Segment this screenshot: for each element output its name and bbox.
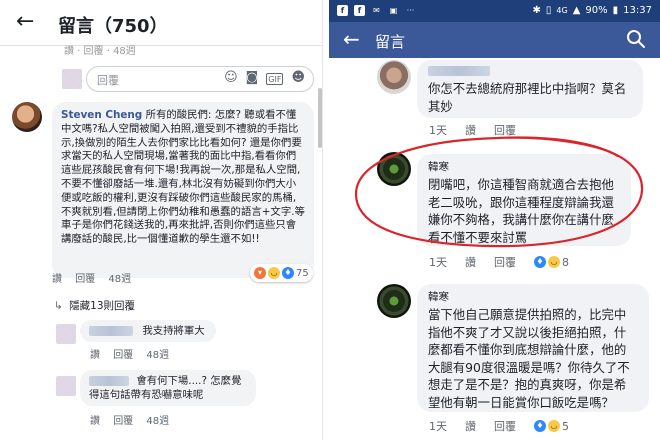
camera-icon[interactable]: ◙ bbox=[246, 70, 259, 85]
back-arrow-icon[interactable]: ← bbox=[16, 10, 34, 34]
right-screenshot-panel: f f ✉ ▣ ··· ✱ ▯ 4G ▲ 90% ▮ 13:37 ← 留言 你怎… bbox=[329, 0, 660, 440]
comment-author[interactable]: 韓寒 bbox=[428, 290, 638, 304]
reply-arrow-icon: ↳ bbox=[54, 300, 63, 312]
network-label: 4G bbox=[556, 6, 568, 15]
comment-bubble: Steven Cheng 所有的酸民們: 怎麼? 聽或看不懂中文嗎?私人空間被闖… bbox=[52, 102, 314, 278]
partial-comment-actions: 讚 · 回覆 · 48週 bbox=[64, 46, 136, 57]
battery-percent: 90% bbox=[585, 5, 608, 16]
haha-reaction-icon: ◡ bbox=[548, 420, 560, 432]
comment-text: 當下他自己願意提供拍照的，比完中指他不爽了才又說以後拒絕拍照，什麼都看不懂你到底… bbox=[428, 307, 630, 410]
avatar[interactable] bbox=[377, 284, 411, 318]
comment-actions: 讚 回覆 48週 bbox=[52, 270, 141, 285]
comment-bubble: 韓寒 當下他自己願意提供拍照的，比完中指他不爽了才又說以後拒絕拍照，什麼都看不懂… bbox=[417, 284, 649, 412]
comment-time: 48週 bbox=[146, 350, 170, 361]
reply-link[interactable]: 回覆 bbox=[113, 350, 133, 361]
status-bar: f f ✉ ▣ ··· ✱ ▯ 4G ▲ 90% ▮ 13:37 bbox=[329, 0, 660, 22]
comment-time: 1天 bbox=[429, 256, 447, 269]
like-link[interactable]: 讚 bbox=[465, 122, 476, 138]
comment-actions: 1天 讚 回覆 ♦ ◡ 8 bbox=[429, 254, 569, 270]
reply-tool-icons: ☺ ◙ GIF ☻ bbox=[224, 70, 305, 85]
blurred-name bbox=[428, 66, 490, 76]
like-reaction-icon: ♦ bbox=[534, 420, 546, 432]
facebook-icon: f bbox=[337, 5, 348, 16]
comment-time: 48週 bbox=[146, 416, 170, 427]
blurred-name bbox=[89, 376, 129, 386]
reaction-count: 5 bbox=[562, 419, 569, 433]
status-left-icons: f f ✉ ▣ ··· bbox=[337, 5, 416, 16]
battery-icon: ▮ bbox=[612, 5, 619, 16]
reaction-summary[interactable]: ▾ ◡ ♦ 75 bbox=[250, 264, 313, 282]
comment-bubble: 韓寒 閉嘴吧，你這種智商就適合去抱他老二吸吮，跟你這種程度辯論我還嫌你不夠格，我… bbox=[417, 154, 631, 246]
comment-time: 48週 bbox=[108, 274, 132, 285]
left-screenshot-panel: ← 留言（750） 讚 · 回覆 · 48週 回覆 ☺ ◙ GIF ☻ Stev… bbox=[0, 0, 322, 440]
comment-time: 1天 bbox=[429, 420, 447, 433]
status-right: ✱ ▯ 4G ▲ 90% ▮ 13:37 bbox=[533, 5, 652, 16]
reaction-count: 8 bbox=[562, 255, 569, 269]
comment-actions: 1天 讚 回覆 bbox=[429, 122, 516, 138]
bluetooth-icon: ✱ bbox=[532, 5, 541, 16]
search-icon[interactable] bbox=[626, 29, 646, 49]
comment-text: 閉嘴吧，你這種智商就適合去抱他老二吸吮，跟你這種程度辯論我還嫌你不夠格，我講什麼… bbox=[428, 177, 614, 245]
page-title: 留言 bbox=[375, 33, 406, 51]
avatar[interactable] bbox=[377, 60, 411, 94]
haha-reaction-icon: ◡ bbox=[548, 256, 560, 268]
hidden-replies-label: 隱藏13則回覆 bbox=[69, 300, 136, 312]
avatar bbox=[62, 69, 82, 89]
reply-link[interactable]: 回覆 bbox=[113, 416, 133, 427]
reply-actions: 讚 回覆 48週 bbox=[90, 412, 179, 427]
avatar[interactable] bbox=[12, 102, 42, 132]
page-title: 留言（750） bbox=[58, 16, 168, 37]
reply-bubble: 我支持將軍大 bbox=[80, 320, 216, 342]
more-dots-icon: ··· bbox=[406, 6, 415, 15]
comment-time: 1天 bbox=[429, 124, 447, 137]
like-link[interactable]: 讚 bbox=[90, 416, 100, 427]
reply-link[interactable]: 回覆 bbox=[494, 418, 516, 434]
like-link[interactable]: 讚 bbox=[465, 254, 476, 270]
avatar[interactable] bbox=[56, 376, 76, 396]
like-reaction-icon: ♦ bbox=[282, 267, 294, 279]
reaction-summary[interactable]: ♦ ◡ 5 bbox=[534, 420, 569, 433]
reply-bubble: 會有何下場....? 怎麼覺得這句話帶有恐嚇意味呢 bbox=[80, 370, 256, 406]
reaction-count: 75 bbox=[296, 267, 309, 279]
sticker-icon[interactable]: ☻ bbox=[291, 70, 305, 85]
comment-text: 所有的酸民們: 怎麼? 聽或看不懂中文嗎?私人空間被闖入拍照,還受到不禮貌的手指… bbox=[61, 109, 305, 246]
like-link[interactable]: 讚 bbox=[52, 274, 62, 285]
comment-text: 你怎不去總統府那裡比中指啊？莫名其妙 bbox=[428, 81, 627, 114]
reply-input-row: 回覆 ☺ ◙ GIF ☻ bbox=[0, 62, 322, 96]
image-icon: ▣ bbox=[389, 6, 398, 15]
like-link[interactable]: 讚 bbox=[465, 418, 476, 434]
avatar[interactable] bbox=[56, 324, 76, 344]
like-link[interactable]: 讚 bbox=[90, 350, 100, 361]
comment-actions: 1天 讚 回覆 ♦ ◡ 5 bbox=[429, 418, 569, 434]
reply-link[interactable]: 回覆 bbox=[75, 274, 95, 285]
emoji-icon[interactable]: ☺ bbox=[224, 70, 238, 85]
panel-divider bbox=[322, 0, 329, 440]
reply-text: 我支持將軍大 bbox=[142, 325, 205, 337]
gif-icon[interactable]: GIF bbox=[266, 73, 284, 85]
reply-actions: 讚 回覆 48週 bbox=[90, 346, 179, 361]
back-arrow-icon[interactable]: ← bbox=[343, 28, 360, 50]
reply-input[interactable]: 回覆 ☺ ◙ GIF ☻ bbox=[86, 66, 314, 92]
reply-link[interactable]: 回覆 bbox=[494, 254, 516, 270]
hidden-replies-link[interactable]: ↳ 隱藏13則回覆 bbox=[54, 298, 135, 313]
blurred-name bbox=[89, 326, 133, 336]
haha-reaction-icon: ◡ bbox=[268, 267, 280, 279]
angry-reaction-icon: ▾ bbox=[254, 267, 266, 279]
left-header: ← 留言（750） 讚 · 回覆 · 48週 bbox=[0, 0, 322, 57]
facebook-icon: f bbox=[354, 5, 365, 16]
comment-author[interactable]: Steven Cheng bbox=[61, 109, 142, 121]
comment-author[interactable]: 韓寒 bbox=[428, 160, 620, 174]
signal-icon: ▲ bbox=[572, 5, 581, 16]
app-bar: ← 留言 bbox=[329, 22, 660, 58]
vibrate-icon: ▯ bbox=[545, 5, 552, 16]
like-reaction-icon: ♦ bbox=[534, 256, 546, 268]
reply-link[interactable]: 回覆 bbox=[494, 122, 516, 138]
reaction-summary[interactable]: ♦ ◡ 8 bbox=[534, 256, 569, 269]
reply-placeholder: 回覆 bbox=[97, 74, 119, 87]
comment-bubble: 你怎不去總統府那裡比中指啊？莫名其妙 bbox=[417, 60, 643, 118]
clock: 13:37 bbox=[623, 5, 652, 16]
avatar[interactable] bbox=[377, 152, 411, 186]
messenger-icon: ✉ bbox=[373, 6, 380, 15]
